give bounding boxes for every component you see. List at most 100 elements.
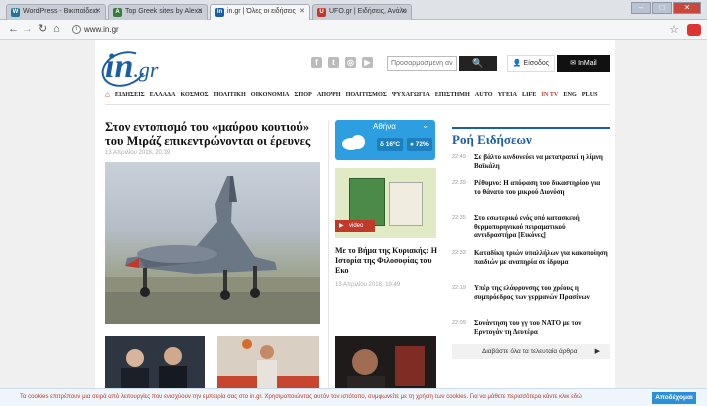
tab-label: Top Greek sites by Alexa xyxy=(125,8,203,15)
nav-item-life[interactable]: LIFE xyxy=(522,91,536,98)
url-text: www.in.gr xyxy=(84,25,119,34)
promo-image[interactable]: video xyxy=(335,168,436,238)
chevron-right-icon: ▶ xyxy=(594,348,600,355)
youtube-icon[interactable]: ▶ xyxy=(362,57,373,68)
feed-item-time: 22:19 xyxy=(452,285,466,291)
humidity-badge: ● 72% xyxy=(407,138,432,151)
minimize-icon[interactable]: – xyxy=(631,2,651,14)
tab-in-gr[interactable]: in in.gr | Όλες οι ειδήσεις ✕ xyxy=(210,4,310,21)
feed-title: Ροή Ειδήσεων xyxy=(452,132,532,147)
temperature-badge: δ 16ºC xyxy=(377,138,404,151)
feed-item-time: 22:39 xyxy=(452,180,466,186)
column-divider xyxy=(328,120,329,390)
book-cover-image xyxy=(349,178,385,226)
home-icon[interactable]: ⌂ xyxy=(53,23,60,36)
nav-item-greece[interactable]: ΕΛΛΑΔΑ xyxy=(150,91,176,98)
main-article-title[interactable]: Στον εντοπισμό του «μαύρου κουτιού» του … xyxy=(105,120,320,148)
window-close-icon[interactable]: ✕ xyxy=(673,2,701,14)
star-icon[interactable]: ☆ xyxy=(669,23,679,36)
tab-label: UFO.gr | Ειδήσεις, Ανάλυ xyxy=(329,8,407,15)
nav-item-science[interactable]: ΕΠΙΣΤΗΜΗ xyxy=(435,91,470,98)
search-button[interactable]: 🔍 xyxy=(459,56,497,71)
weather-city: Αθήνα xyxy=(373,122,396,131)
nav-item-opinion[interactable]: ΑΠΟΨΗ xyxy=(317,91,341,98)
inmail-button[interactable]: ✉ InMail xyxy=(557,55,610,72)
close-icon[interactable]: ✕ xyxy=(401,7,407,15)
main-article-image[interactable] xyxy=(105,162,320,324)
nav-item-economy[interactable]: ΟΙΚΟΝΟΜΙΑ xyxy=(251,91,290,98)
close-icon[interactable]: ✕ xyxy=(197,7,203,15)
feed-top-border xyxy=(452,127,610,129)
nav-item-plus[interactable]: PLUS xyxy=(582,91,598,98)
extension-icon[interactable] xyxy=(687,24,701,36)
wordpress-favicon-icon: W xyxy=(11,8,20,17)
tab-label: WordPress - Βικιπαίδεια xyxy=(23,8,98,15)
nav-item-culture[interactable]: ΠΟΛΙΤΙΣΜΟΣ xyxy=(346,91,387,98)
browser-toolbar: ← → ↻ ⌂ i www.in.gr ☆ xyxy=(0,20,707,40)
read-all-articles-button[interactable]: Διαβάστε όλα τα τελευταία άρθρα ▶ xyxy=(452,344,610,359)
ufo-favicon-icon: U xyxy=(317,8,326,17)
weather-widget[interactable]: Αθήνα ⌄ δ 16ºC ● 72% xyxy=(335,120,435,160)
instagram-icon[interactable]: ◎ xyxy=(345,57,356,68)
nav-item-politics[interactable]: ΠΟΛΙΤΙΚΗ xyxy=(214,91,246,98)
window-controls: – □ ✕ xyxy=(631,2,701,14)
user-icon: 👤 xyxy=(512,60,522,67)
page-content: in.gr f t ◎ ▶ 🔍 👤 Είσοδος ✉ InMail ⌂ ΕΙΔ… xyxy=(95,40,615,406)
nav-item-health[interactable]: ΥΓΕΙΑ xyxy=(498,91,517,98)
site-logo[interactable]: in.gr xyxy=(96,45,158,93)
info-icon[interactable]: i xyxy=(72,25,81,34)
feed-item-title[interactable]: Στο εσωτερικό ενός υπό κατασκευή θερμοπυ… xyxy=(474,214,608,240)
tab-wordpress[interactable]: W WordPress - Βικιπαίδεια ✕ xyxy=(6,4,106,20)
reload-icon[interactable]: ↻ xyxy=(38,23,47,36)
browser-tab-bar: W WordPress - Βικιπαίδεια ✕ A Top Greek … xyxy=(0,0,707,21)
tab-ufo-gr[interactable]: U UFO.gr | Ειδήσεις, Ανάλυ ✕ xyxy=(312,4,412,20)
search-icon: 🔍 xyxy=(472,58,484,68)
mail-icon: ✉ xyxy=(570,60,577,67)
feed-item-time: 22:33 xyxy=(452,250,466,256)
nav-item-in-tv[interactable]: IN TV xyxy=(541,91,558,98)
close-icon[interactable]: ✕ xyxy=(95,7,101,15)
facebook-icon[interactable]: f xyxy=(311,57,322,68)
tab-label: in.gr | Όλες οι ειδήσεις xyxy=(227,8,296,15)
nav-item-sports[interactable]: ΣΠΟΡ xyxy=(294,91,311,98)
nav-item-auto[interactable]: AUTO xyxy=(475,91,493,98)
twitter-icon[interactable]: t xyxy=(328,57,339,68)
social-links: f t ◎ ▶ xyxy=(311,57,373,68)
main-article-date: 13 Απριλίου 2018, 20:39 xyxy=(105,150,171,156)
login-button[interactable]: 👤 Είσοδος xyxy=(507,55,555,72)
main-navigation: ⌂ ΕΙΔΗΣΕΙΣ ΕΛΛΑΔΑ ΚΟΣΜΟΣ ΠΟΛΙΤΙΚΗ ΟΙΚΟΝΟ… xyxy=(105,88,610,100)
feed-item-time: 22:49 xyxy=(452,154,466,160)
address-bar[interactable]: i www.in.gr xyxy=(70,23,660,37)
feed-item-title[interactable]: Υπέρ της ελάφρυνσης του χρέους η συμπρόε… xyxy=(474,284,608,301)
nav-item-world[interactable]: ΚΟΣΜΟΣ xyxy=(181,91,209,98)
forward-icon[interactable]: → xyxy=(22,23,33,36)
feed-item-title[interactable]: Σε βάλτο κινδυνεύει να μετατραπεί η λίμν… xyxy=(474,153,608,170)
close-icon[interactable]: ✕ xyxy=(299,7,305,15)
in-gr-favicon-icon: in xyxy=(215,8,224,17)
nav-item-entertainment[interactable]: ΨΥΧΑΓΩΓΙΑ xyxy=(392,91,430,98)
feed-item-title[interactable]: Συνάντηση του γγ του ΝΑΤΟ με τον Ερντογά… xyxy=(474,319,608,336)
promo-article-title[interactable]: Με το Βήμα της Κυριακής: Η Ιστορία της Φ… xyxy=(335,246,440,276)
feed-item-time: 22:35 xyxy=(452,215,466,221)
feed-item-title[interactable]: Ρέθυμνο: Η απόφαση του δικαστηρίου για τ… xyxy=(474,179,608,196)
maximize-icon[interactable]: □ xyxy=(652,2,672,14)
fighter-jet-image xyxy=(105,176,320,324)
back-icon[interactable]: ← xyxy=(8,23,19,36)
chevron-down-icon[interactable]: ⌄ xyxy=(422,121,429,130)
video-badge: video xyxy=(335,220,375,232)
feed-item-title[interactable]: Καταδίκη τριών υπαλλήλων για κακοποίηση … xyxy=(474,249,608,266)
nav-divider xyxy=(105,104,610,105)
book-cover-image xyxy=(389,182,423,226)
home-nav-icon[interactable]: ⌂ xyxy=(105,90,110,99)
cookie-message: Τα cookies επιτρέπουν μια σειρά από λειτ… xyxy=(20,394,582,400)
feed-item-time: 22:09 xyxy=(452,320,466,326)
accept-cookies-button[interactable]: Αποδέχομαι xyxy=(652,392,696,404)
cloud-icon xyxy=(342,135,365,150)
search-input[interactable] xyxy=(387,56,457,71)
cookie-banner: Τα cookies επιτρέπουν μια σειρά από λειτ… xyxy=(0,388,707,406)
nav-item-news[interactable]: ΕΙΔΗΣΕΙΣ xyxy=(115,91,145,98)
alexa-favicon-icon: A xyxy=(113,8,122,17)
nav-item-eng[interactable]: ENG xyxy=(563,91,576,98)
promo-article-date: 13 Απριλίου 2018, 19:49 xyxy=(335,282,401,288)
tab-alexa[interactable]: A Top Greek sites by Alexa ✕ xyxy=(108,4,208,20)
